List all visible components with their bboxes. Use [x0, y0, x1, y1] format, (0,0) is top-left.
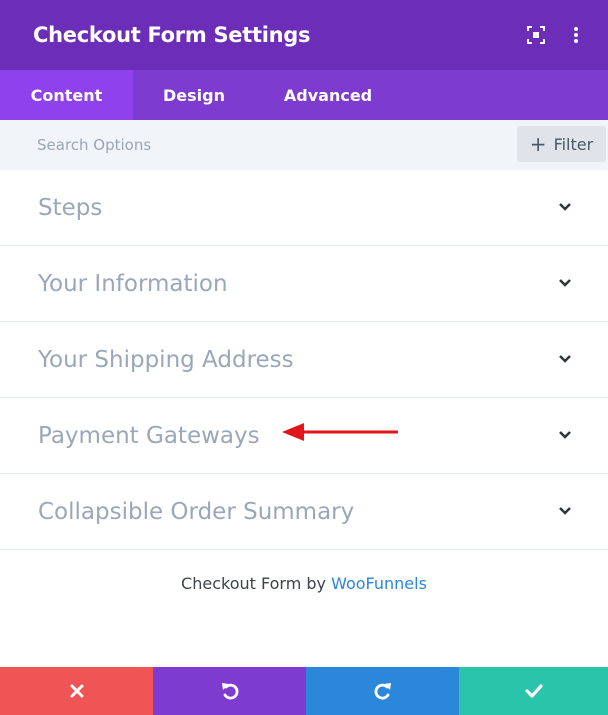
undo-button[interactable]: [153, 667, 306, 715]
expand-icon[interactable]: [516, 15, 556, 55]
tab-bar: Content Design Advanced: [0, 70, 608, 120]
section-label: Payment Gateways: [38, 422, 260, 449]
filter-label: Filter: [553, 134, 594, 154]
module-credit: Checkout Form by WooFunnels: [0, 574, 608, 593]
close-icon: [70, 684, 83, 698]
settings-sections: Steps Your Information Your Shipping Add…: [0, 170, 608, 550]
search-bar: + Filter: [0, 120, 608, 170]
undo-icon: [221, 683, 238, 700]
header-actions: [516, 0, 608, 70]
section-steps[interactable]: Steps: [0, 170, 608, 246]
credit-text: Checkout Form by: [181, 574, 326, 593]
chevron-down-icon: [559, 506, 571, 515]
section-label: Your Shipping Address: [38, 346, 294, 373]
check-icon: [524, 684, 543, 698]
chevron-down-icon: [559, 354, 571, 363]
section-label: Your Information: [38, 270, 228, 297]
discard-button[interactable]: [0, 667, 153, 715]
search-input[interactable]: [37, 130, 477, 160]
redo-icon: [374, 683, 391, 700]
section-shipping-address[interactable]: Your Shipping Address: [0, 322, 608, 398]
section-label: Collapsible Order Summary: [38, 498, 355, 525]
filter-button[interactable]: + Filter: [517, 126, 606, 162]
annotation-arrow-icon: [282, 423, 398, 441]
tab-content[interactable]: Content: [0, 70, 133, 120]
tab-design[interactable]: Design: [133, 70, 255, 120]
chevron-down-icon: [559, 430, 571, 439]
footer-actions: [0, 667, 608, 715]
plus-icon: +: [529, 132, 547, 156]
modal-title: Checkout Form Settings: [33, 23, 311, 47]
section-label: Steps: [38, 194, 103, 221]
save-button[interactable]: [459, 667, 608, 715]
section-order-summary[interactable]: Collapsible Order Summary: [0, 474, 608, 550]
tab-advanced[interactable]: Advanced: [255, 70, 401, 120]
woofunnels-link[interactable]: WooFunnels: [331, 574, 427, 593]
section-your-information[interactable]: Your Information: [0, 246, 608, 322]
more-vertical-icon[interactable]: [556, 15, 596, 55]
chevron-down-icon: [559, 278, 571, 287]
redo-button[interactable]: [306, 667, 459, 715]
modal-header: Checkout Form Settings: [0, 0, 608, 70]
chevron-down-icon: [559, 202, 571, 211]
